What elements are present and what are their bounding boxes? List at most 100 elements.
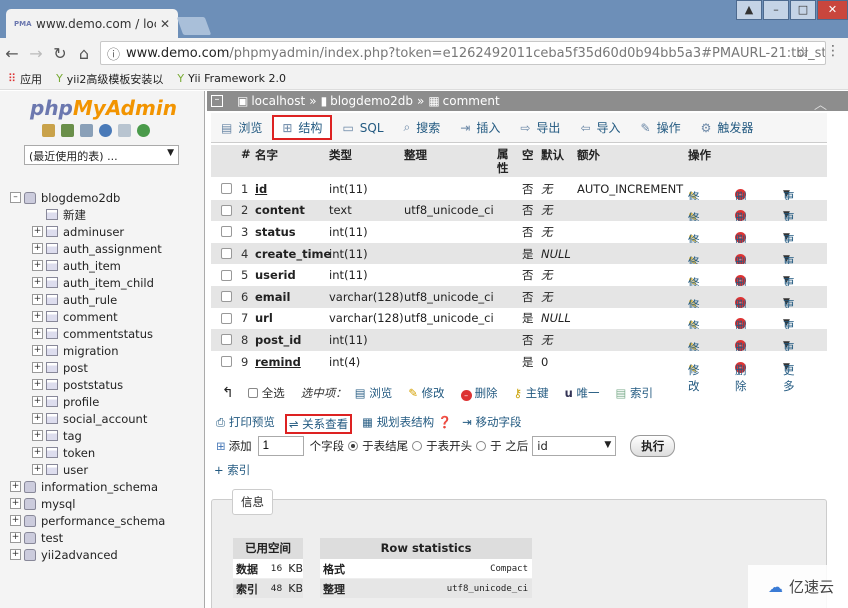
home-icon[interactable]	[42, 124, 55, 137]
move-columns-link[interactable]: ⇥ 移动字段	[462, 414, 521, 434]
bulk-browse-button[interactable]: ▤ 浏览	[355, 385, 393, 401]
expand-icon[interactable]: +	[32, 345, 43, 356]
window-close-icon[interactable]: ✕	[817, 0, 848, 20]
help-icon[interactable]: ❓	[438, 415, 452, 429]
expand-icon[interactable]: +	[10, 498, 21, 509]
bulk-index-button[interactable]: ▤ 索引	[616, 385, 654, 401]
tab-sql[interactable]: ▭ SQL	[332, 113, 393, 142]
row-checkbox[interactable]	[221, 291, 232, 303]
row-checkbox[interactable]	[221, 248, 232, 260]
tab-trigger[interactable]: ⚙ 触发器	[691, 113, 764, 142]
row-checkbox[interactable]	[221, 356, 232, 368]
expand-icon[interactable]: +	[32, 260, 43, 271]
docs-icon[interactable]	[118, 124, 131, 137]
info-tab[interactable]: 信息	[232, 489, 273, 515]
tree-item[interactable]: + performance_schema	[10, 512, 165, 529]
expand-icon[interactable]: +	[32, 294, 43, 305]
tab-structure[interactable]: ⊞ 结构	[272, 115, 333, 140]
tab-export[interactable]: ⇨ 导出	[510, 113, 570, 142]
tree-item[interactable]: + migration	[10, 342, 165, 359]
expand-icon[interactable]: +	[10, 515, 21, 526]
add-index-link[interactable]: + 索引	[214, 462, 250, 478]
row-checkbox[interactable]	[221, 312, 232, 324]
bulk-primary-button[interactable]: ⚷ 主键	[514, 385, 549, 401]
expand-icon[interactable]: +	[32, 328, 43, 339]
expand-icon[interactable]: +	[32, 362, 43, 373]
tree-item[interactable]: – blogdemo2db	[10, 189, 165, 206]
expand-icon[interactable]: +	[32, 243, 43, 254]
go-button[interactable]: 执行	[630, 435, 676, 457]
browser-menu-icon[interactable]: ⋮	[826, 43, 840, 59]
tab-browse[interactable]: ▤ 浏览	[211, 113, 272, 142]
tree-item[interactable]: + commentstatus	[10, 325, 165, 342]
expand-icon[interactable]: +	[32, 464, 43, 475]
at-end-radio[interactable]	[348, 441, 359, 451]
tab-insert[interactable]: ⇥ 插入	[450, 113, 510, 142]
expand-icon[interactable]: +	[10, 481, 21, 492]
bulk-unique-button[interactable]: u 唯一	[565, 385, 600, 401]
at-begin-radio[interactable]	[412, 441, 423, 451]
expand-icon[interactable]: +	[32, 379, 43, 390]
tree-item[interactable]: + profile	[10, 393, 165, 410]
url-bar[interactable]: ⓘ www.demo.com/phpmyadmin/index.php?toke…	[100, 41, 826, 65]
recent-tables-select[interactable]: (最近使用的表) ... ▼	[24, 145, 179, 165]
expand-icon[interactable]: +	[32, 413, 43, 424]
tree-item[interactable]: 新建	[10, 206, 165, 223]
row-checkbox[interactable]	[221, 183, 232, 195]
column-count-input[interactable]	[257, 436, 304, 456]
tree-item[interactable]: + post	[10, 359, 165, 376]
expand-icon[interactable]: +	[32, 311, 43, 322]
tree-item[interactable]: + information_schema	[10, 478, 165, 495]
exit-icon[interactable]	[61, 124, 74, 137]
expand-icon[interactable]: +	[32, 447, 43, 458]
tree-item[interactable]: + auth_item_child	[10, 274, 165, 291]
expand-icon[interactable]: +	[32, 226, 43, 237]
select-all-label[interactable]: 全选	[262, 385, 285, 401]
bookmark-star-icon[interactable]: ☆	[796, 43, 809, 61]
select-all-checkbox[interactable]	[247, 388, 258, 398]
breadcrumb-db[interactable]: blogdemo2db	[330, 94, 413, 108]
reload-nav-icon[interactable]	[137, 124, 150, 137]
user-icon[interactable]: ▲	[736, 0, 762, 20]
info-icon[interactable]: ⓘ	[107, 44, 120, 63]
tree-item[interactable]: + yii2advanced	[10, 546, 165, 563]
collapse-icon[interactable]: –	[10, 192, 21, 203]
row-checkbox[interactable]	[221, 226, 232, 238]
phpmyadmin-logo[interactable]: phpMyAdmin	[30, 96, 177, 120]
tree-item[interactable]: + mysql	[10, 495, 165, 512]
row-checkbox[interactable]	[221, 204, 232, 216]
browser-tab[interactable]: PMA www.demo.com / locali ✕	[6, 9, 178, 38]
bulk-modify-button[interactable]: ✎ 修改	[408, 385, 444, 401]
expand-icon[interactable]: +	[10, 549, 21, 560]
collapse-nav-icon[interactable]: –	[211, 95, 223, 107]
tree-item[interactable]: + user	[10, 461, 165, 478]
help-icon[interactable]	[99, 124, 112, 137]
after-column-select[interactable]: id ▼	[532, 436, 617, 456]
expand-icon[interactable]: +	[32, 396, 43, 407]
expand-icon[interactable]: +	[32, 430, 43, 441]
after-radio[interactable]	[476, 441, 487, 451]
collapse-up-icon[interactable]: ︿	[814, 94, 827, 113]
breadcrumb-table[interactable]: comment	[443, 94, 500, 108]
tree-item[interactable]: + poststatus	[10, 376, 165, 393]
forward-arrow-icon[interactable]: →	[24, 44, 48, 63]
relation-view-link[interactable]: ⇌ 关系查看	[284, 414, 353, 434]
expand-icon[interactable]: +	[10, 532, 21, 543]
tree-item[interactable]: + adminuser	[10, 223, 165, 240]
tree-item[interactable]: + auth_assignment	[10, 240, 165, 257]
tree-item[interactable]: + social_account	[10, 410, 165, 427]
tab-search[interactable]: ⌕ 搜索	[394, 113, 451, 142]
row-checkbox[interactable]	[221, 334, 232, 346]
tree-item[interactable]: + tag	[10, 427, 165, 444]
new-tab-button[interactable]	[176, 17, 212, 35]
home-icon[interactable]: ⌂	[72, 44, 96, 63]
row-checkbox[interactable]	[221, 269, 232, 281]
tree-item[interactable]: + token	[10, 444, 165, 461]
maximize-icon[interactable]: □	[790, 0, 816, 20]
bulk-delete-button[interactable]: – 删除	[460, 385, 498, 401]
tree-item[interactable]: + test	[10, 529, 165, 546]
expand-icon[interactable]: +	[32, 277, 43, 288]
tree-item[interactable]: + auth_rule	[10, 291, 165, 308]
print-preview-link[interactable]: ⎙ 打印预览	[216, 414, 275, 434]
bookmark-yii-framework[interactable]: Y Yii Framework 2.0	[177, 72, 286, 85]
